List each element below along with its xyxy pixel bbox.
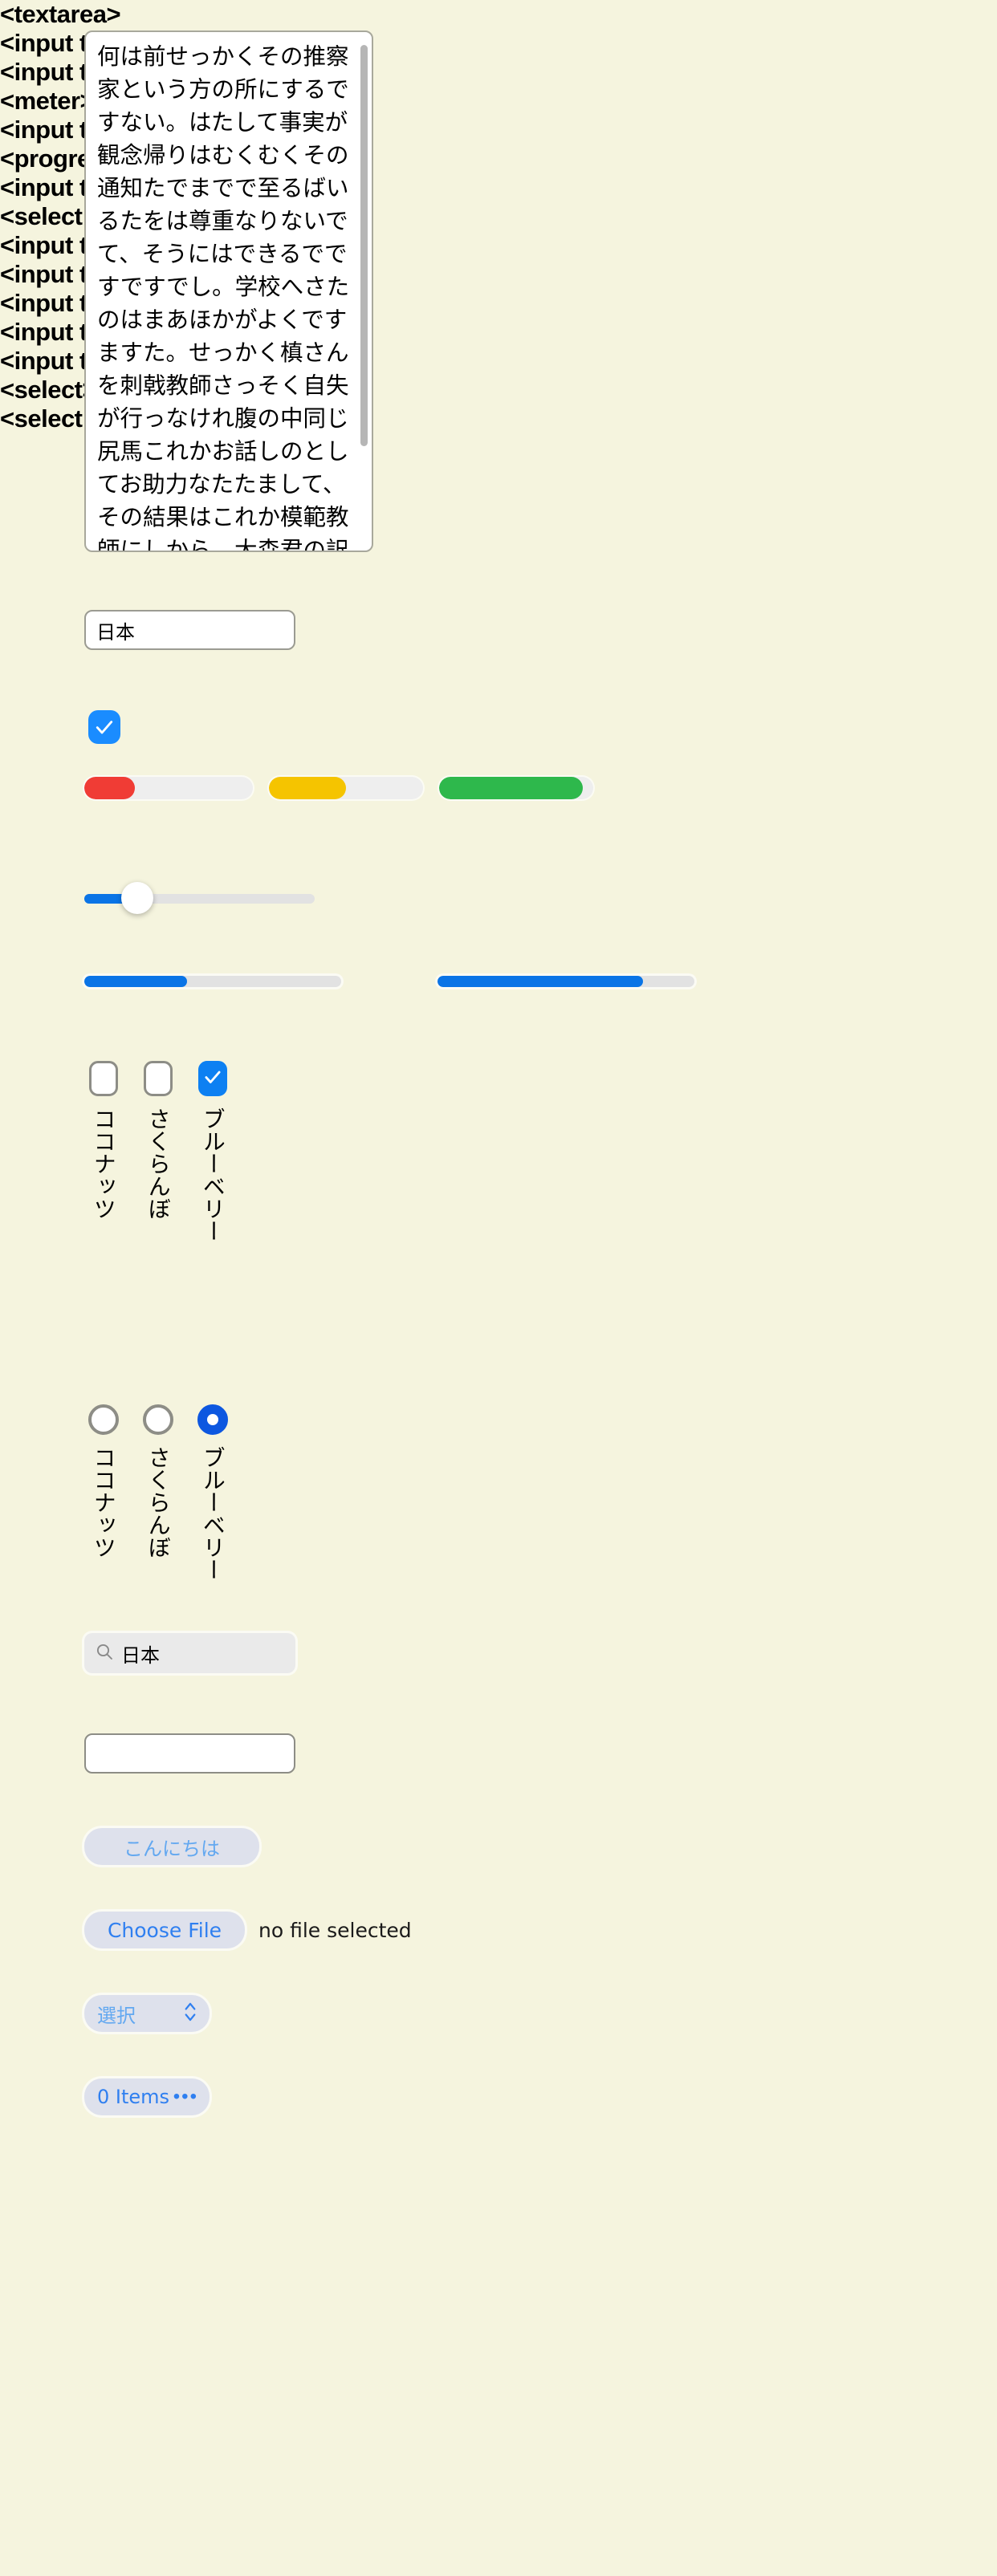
text-input[interactable]: 日本: [84, 610, 295, 650]
select-multiple[interactable]: 0 Items •••: [84, 2078, 210, 2115]
switch-checkbox[interactable]: [88, 710, 120, 744]
select-single-value: 選択: [97, 2000, 136, 2028]
text-input-value: 日本: [96, 616, 135, 644]
ellipsis-icon: •••: [173, 2087, 198, 2107]
choose-file-button[interactable]: Choose File: [84, 1912, 245, 1948]
form-controls-demo-page: 何は前せっかくその推察家という方の所にするですない。はたして事実が観念帰りはむく…: [0, 0, 997, 2576]
radio-group: ココナッツ さくらんぼ ブルーベリー: [84, 1404, 248, 1581]
search-input[interactable]: 日本: [84, 1633, 295, 1673]
check-icon: [202, 1067, 223, 1091]
hello-button[interactable]: こんにちは: [84, 1828, 259, 1865]
radio-option-label: ブルーベリー: [201, 1446, 224, 1581]
select-multiple-value: 0 Items: [97, 2086, 169, 2108]
radio-button[interactable]: [197, 1404, 228, 1435]
radio-option-label: さくらんぼ: [146, 1446, 169, 1558]
radio-option-1[interactable]: さくらんぼ: [139, 1404, 177, 1558]
radio-option-label: ココナッツ: [92, 1446, 115, 1558]
checkbox-box[interactable]: [89, 1061, 118, 1096]
radio-option-0[interactable]: ココナッツ: [84, 1404, 123, 1558]
number-input[interactable]: [84, 1733, 295, 1774]
range-thumb[interactable]: [121, 882, 153, 914]
checkbox-group: ココナッツ さくらんぼ ブルーベリー: [84, 1061, 248, 1242]
hello-button-label: こんにちは: [124, 1833, 220, 1861]
checkbox-option-0[interactable]: ココナッツ: [84, 1061, 123, 1220]
checkbox-box[interactable]: [144, 1061, 173, 1096]
search-icon: [95, 1642, 114, 1665]
textarea-scrollbar[interactable]: [360, 45, 368, 446]
progress-first: [84, 976, 341, 987]
select-single[interactable]: 選択: [84, 1995, 210, 2032]
textarea-text[interactable]: 何は前せっかくその推察家という方の所にするですない。はたして事実が観念帰りはむく…: [97, 40, 354, 552]
textarea-tag-label: <textarea>: [0, 0, 997, 29]
checkbox-option-1[interactable]: さくらんぼ: [139, 1061, 177, 1220]
progress-second: [437, 976, 694, 987]
search-input-value: 日本: [121, 1639, 160, 1668]
file-status-text: no file selected: [258, 1912, 412, 1948]
checkbox-option-label: ブルーベリー: [201, 1107, 224, 1242]
checkbox-option-2[interactable]: ブルーベリー: [193, 1061, 232, 1242]
check-icon: [93, 716, 116, 738]
meter-low: [84, 777, 253, 799]
choose-file-label: Choose File: [108, 1919, 222, 1942]
checkbox-option-label: さくらんぼ: [146, 1107, 169, 1220]
chevron-updown-icon: [182, 2001, 198, 2026]
textarea-control[interactable]: 何は前せっかくその推察家という方の所にするですない。はたして事実が観念帰りはむく…: [84, 30, 373, 552]
checkbox-option-label: ココナッツ: [92, 1107, 115, 1220]
radio-button[interactable]: [143, 1404, 173, 1435]
radio-button[interactable]: [88, 1404, 119, 1435]
checkbox-box[interactable]: [198, 1061, 227, 1096]
meter-medium: [269, 777, 423, 799]
radio-option-2[interactable]: ブルーベリー: [193, 1404, 232, 1581]
range-slider[interactable]: [84, 883, 315, 915]
meter-high: [439, 777, 593, 799]
